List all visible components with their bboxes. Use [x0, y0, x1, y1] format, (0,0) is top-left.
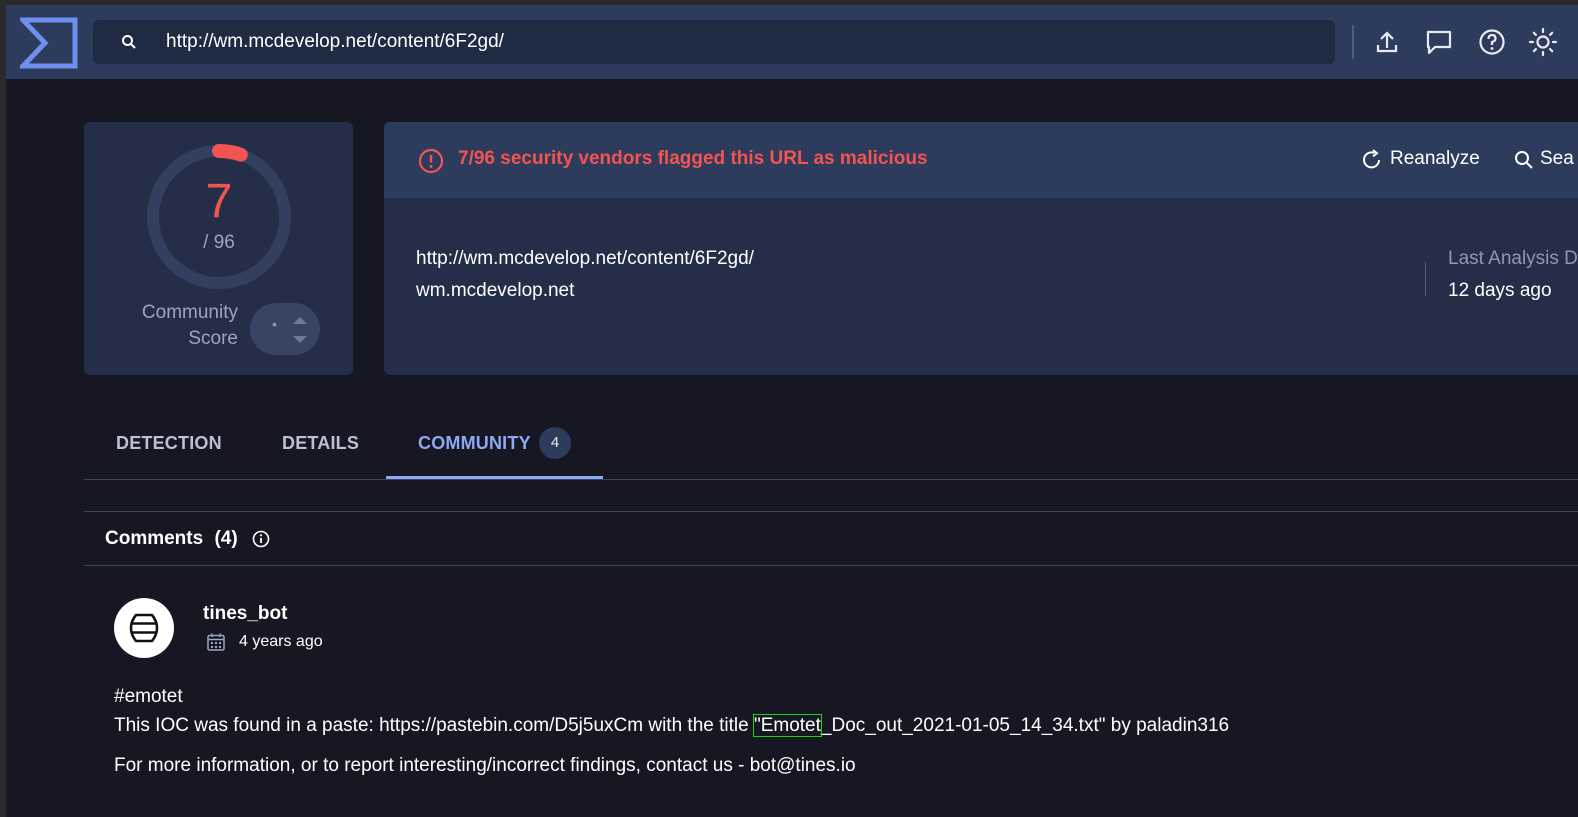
last-analysis-value: 12 days ago: [1448, 280, 1552, 301]
toolbar-divider: [1352, 25, 1354, 59]
tines-logo-icon: [129, 613, 159, 643]
scanned-domain[interactable]: wm.mcdevelop.net: [416, 280, 574, 302]
section-divider-bottom: [84, 565, 1578, 566]
alert-circle-icon: [418, 148, 444, 174]
comment-timestamp: 4 years ago: [239, 633, 323, 650]
community-score-label-line1: Community: [141, 302, 238, 323]
refresh-icon: [1363, 149, 1380, 169]
tab-detection[interactable]: DETECTION: [116, 433, 222, 454]
info-icon[interactable]: [251, 529, 271, 549]
community-count-badge: 4: [539, 427, 571, 459]
detection-score-card: 7 / 96 Community Score •: [84, 122, 353, 375]
alert-bar: 7/96 security vendors flagged this URL a…: [384, 122, 1578, 198]
detection-total: / 96: [203, 232, 235, 253]
scanned-url[interactable]: http://wm.mcdevelop.net/content/6F2gd/: [416, 248, 754, 270]
detection-count: 7: [205, 175, 233, 228]
community-score-label-line2: Score: [188, 328, 238, 349]
vote-arrows-icon[interactable]: [290, 313, 310, 347]
info-divider: [1425, 262, 1426, 296]
chat-icon[interactable]: [1424, 27, 1454, 57]
calendar-icon: [207, 633, 225, 651]
vote-score-dot: •: [272, 316, 277, 332]
app-window: http://wm.mcdevelop.net/content/6F2gd/ 7…: [6, 5, 1578, 817]
search-similar-button[interactable]: Sea: [1513, 148, 1574, 170]
last-analysis-label: Last Analysis D: [1448, 248, 1578, 269]
tab-details[interactable]: DETAILS: [282, 433, 359, 454]
community-vote-control[interactable]: •: [250, 303, 320, 355]
comment-author[interactable]: tines_bot: [203, 603, 287, 625]
comments-title: Comments: [105, 528, 204, 549]
theme-toggle-icon[interactable]: [1528, 27, 1558, 57]
comments-count: (4): [214, 528, 238, 549]
reanalyze-button[interactable]: Reanalyze: [1361, 148, 1480, 170]
tab-community[interactable]: COMMUNITY: [418, 433, 531, 454]
avatar[interactable]: [114, 598, 174, 658]
community-score-label: Community Score: [104, 300, 238, 352]
comment-line-2: For more information, or to report inter…: [114, 755, 856, 776]
virustotal-logo-icon[interactable]: [20, 17, 78, 69]
alert-message: 7/96 security vendors flagged this URL a…: [458, 148, 928, 169]
search-input[interactable]: http://wm.mcdevelop.net/content/6F2gd/: [166, 31, 504, 53]
highlighted-keyword: "Emotet: [752, 714, 822, 737]
comments-heading: Comments (4): [105, 528, 238, 550]
top-bar: http://wm.mcdevelop.net/content/6F2gd/: [6, 5, 1578, 79]
search-bar[interactable]: http://wm.mcdevelop.net/content/6F2gd/: [93, 20, 1335, 64]
upload-icon[interactable]: [1372, 27, 1402, 57]
search-similar-icon: [1515, 151, 1533, 169]
help-icon[interactable]: [1477, 27, 1507, 57]
comment-text-pre: This IOC was found in a paste: https://p…: [114, 715, 754, 736]
url-summary-card: 7/96 security vendors flagged this URL a…: [384, 122, 1578, 375]
comment-line-1: This IOC was found in a paste: https://p…: [114, 714, 1230, 737]
comment-text-post: _Doc_out_2021-01-05_14_34.txt" by paladi…: [820, 715, 1230, 736]
tabs-divider: [84, 479, 1578, 480]
section-divider-top: [84, 511, 1578, 512]
search-icon: [122, 35, 136, 49]
comment-tag[interactable]: #emotet: [114, 686, 183, 708]
